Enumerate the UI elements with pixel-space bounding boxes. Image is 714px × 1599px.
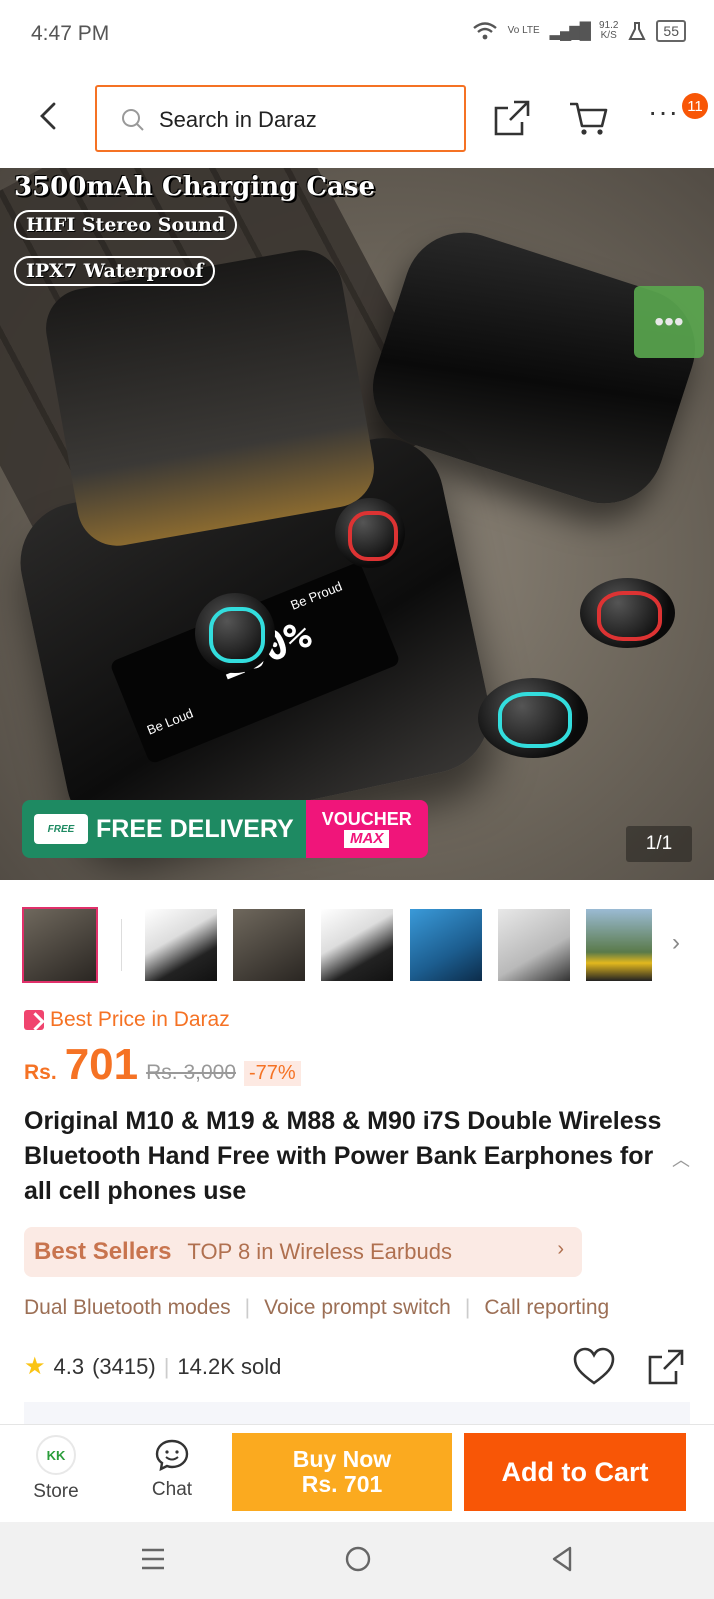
buy-now-button[interactable]: Buy Now Rs. 701 <box>232 1433 452 1511</box>
earbud-in-case-right <box>335 498 405 568</box>
back-triangle-icon[interactable] <box>548 1545 576 1573</box>
discount-badge: -77% <box>244 1061 301 1086</box>
rating-count: (3415) <box>92 1353 156 1379</box>
heart-icon[interactable] <box>572 1347 616 1387</box>
chat-label: Chat <box>151 1479 193 1500</box>
earbud-loose-left <box>478 678 588 758</box>
thumbnail-5[interactable] <box>410 909 482 981</box>
back-icon[interactable] <box>28 96 68 136</box>
image-counter: 1/1 <box>626 826 692 862</box>
signal-icon: ▂▄▆█ <box>549 23 591 40</box>
hero-headline: 3500mAh Charging Case <box>14 172 376 202</box>
free-delivery-badge: FREE FREE DELIVERY <box>22 800 306 858</box>
thumbnail-1[interactable] <box>22 907 98 983</box>
thumbnail-4[interactable] <box>321 909 393 981</box>
best-sellers-rank: TOP 8 in Wireless Earbuds <box>187 1239 452 1264</box>
status-bar: 4:47 PM Vo LTE ▂▄▆█ 91.2 K/S 55 <box>0 0 714 68</box>
sold-count: 14.2K sold <box>177 1353 282 1379</box>
currency-label: Rs. <box>24 1061 57 1084</box>
best-price-label: Best Price in Daraz <box>24 1008 230 1032</box>
product-title: Original M10 & M19 & M88 & M90 i7S Doubl… <box>24 1107 662 1205</box>
chat-button[interactable]: Chat <box>136 1437 208 1517</box>
price-tag-icon <box>24 1010 44 1030</box>
thumbnail-3[interactable] <box>233 909 305 981</box>
star-icon: ★ <box>24 1353 46 1380</box>
feature-highlights: Dual Bluetooth modes | Voice prompt swit… <box>24 1296 609 1320</box>
hero-feature-pill: IPX7 Waterproof <box>14 256 216 286</box>
home-icon[interactable] <box>344 1545 372 1573</box>
hero-feature-pill: HIFI Stereo Sound <box>14 210 238 240</box>
original-price: Rs. 3,000 <box>146 1061 236 1084</box>
share-icon[interactable] <box>492 98 532 138</box>
best-sellers-banner[interactable]: Best Sellers TOP 8 in Wireless Earbuds › <box>24 1227 582 1277</box>
free-delivery-label: FREE DELIVERY <box>96 814 294 843</box>
floating-chat-button[interactable]: ••• <box>634 286 704 358</box>
network-type: Vo LTE <box>507 25 540 36</box>
add-to-cart-button[interactable]: Add to Cart <box>464 1433 686 1511</box>
thumbnail-divider <box>121 919 122 971</box>
feature-item: Call reporting <box>484 1296 610 1319</box>
rating-row[interactable]: ★ 4.3 (3415) | 14.2K sold <box>24 1352 281 1381</box>
network-speed: 91.2 K/S <box>599 21 618 41</box>
next-section-peek <box>24 1402 690 1424</box>
bottom-action-bar: KK Store Chat Buy Now Rs. 701 Add to Car… <box>0 1424 714 1522</box>
search-input[interactable] <box>159 101 449 139</box>
best-price-text: Best Price in Daraz <box>50 1008 230 1031</box>
chevron-up-icon[interactable]: ︿ <box>672 1146 690 1172</box>
feature-item: Voice prompt switch <box>264 1296 451 1319</box>
earbud-loose-right <box>580 578 675 648</box>
product-image-carousel[interactable]: Be Loud 100% Be Proud 3500mAh Charging C… <box>0 168 714 880</box>
rating-value: 4.3 <box>53 1353 85 1379</box>
voucher-max-badge: VOUCHER MAX <box>305 800 428 858</box>
search-box[interactable] <box>95 85 466 152</box>
buy-now-price: Rs. 701 <box>301 1471 383 1497</box>
thumbnail-6[interactable] <box>498 909 570 981</box>
chevron-right-icon: › <box>557 1238 564 1260</box>
recent-apps-icon[interactable] <box>140 1546 166 1572</box>
status-icons: Vo LTE ▂▄▆█ 91.2 K/S 55 <box>472 20 686 42</box>
promo-banner: FREE FREE DELIVERY VOUCHER MAX <box>22 800 428 858</box>
thumbnail-2[interactable] <box>145 909 217 981</box>
best-sellers-label: Best Sellers <box>34 1238 172 1265</box>
share-icon[interactable] <box>646 1347 686 1387</box>
system-nav-bar <box>0 1522 714 1599</box>
store-logo-icon: KK <box>36 1435 76 1475</box>
top-nav: ··· 11 <box>0 68 714 168</box>
feature-item: Dual Bluetooth modes <box>24 1296 231 1319</box>
current-price: 701 <box>64 1040 139 1089</box>
separator: | <box>244 1296 251 1319</box>
separator: | <box>163 1353 170 1379</box>
flask-icon <box>628 22 647 40</box>
separator: | <box>464 1296 471 1319</box>
battery-indicator: 55 <box>656 20 686 42</box>
lcd-left-label: Be Loud <box>144 705 196 738</box>
charging-case-lid <box>39 243 381 553</box>
voucher-max-label: MAX <box>344 830 390 848</box>
notification-badge: 11 <box>682 93 708 119</box>
chat-icon <box>155 1439 189 1472</box>
earbud-in-case-left <box>195 593 275 673</box>
search-icon <box>122 109 144 131</box>
thumbnail-strip: › <box>0 905 714 983</box>
chevron-right-icon[interactable]: › <box>672 929 680 957</box>
buy-now-label: Buy Now <box>292 1446 392 1472</box>
cart-icon[interactable] <box>568 98 610 138</box>
store-label: Store <box>33 1481 79 1502</box>
status-time: 4:47 PM <box>31 22 110 45</box>
voucher-label: VOUCHER <box>321 809 412 829</box>
network-speed-unit: K/S <box>600 30 617 41</box>
truck-icon: FREE <box>34 814 88 844</box>
store-button[interactable]: KK Store <box>20 1435 92 1515</box>
price-row: Rs. 701 Rs. 3,000 -77% <box>24 1040 301 1090</box>
thumbnail-7[interactable] <box>586 909 652 981</box>
wifi-icon <box>472 22 497 40</box>
